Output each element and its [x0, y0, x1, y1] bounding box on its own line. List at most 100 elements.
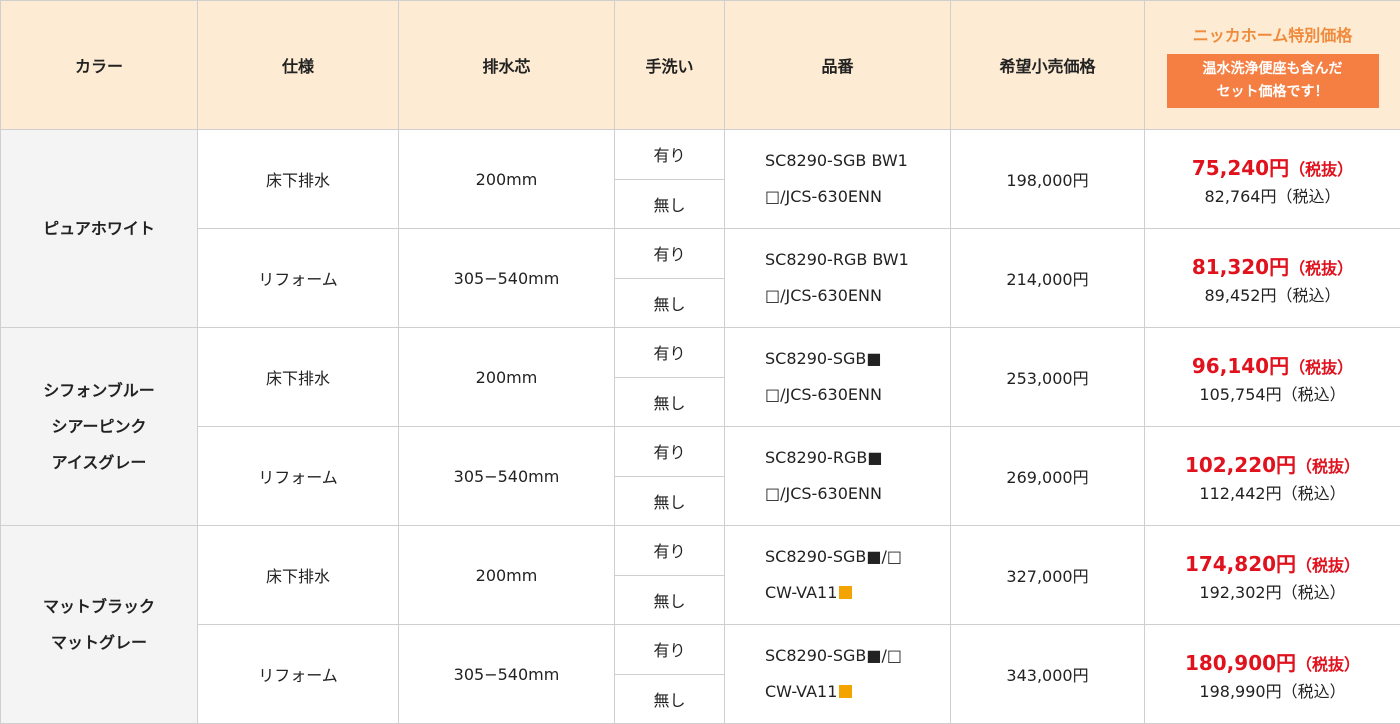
part-number-cell: SC8290-SGB■/□ CW-VA11 [724, 525, 951, 625]
drain-cell: 305−540mm [398, 624, 615, 724]
drain-cell: 200mm [398, 327, 615, 427]
handwash-with: 有り [614, 129, 725, 180]
color-cell: マットブラック マットグレー [0, 525, 198, 724]
part-number-line-2-wrap: □/JCS-630ENN [765, 476, 950, 512]
handwash-with: 有り [614, 525, 725, 576]
price-excl-value: 96,140円 [1191, 353, 1290, 378]
price-excl-value: 180,900円 [1184, 650, 1297, 675]
part-number-line-1: SC8290-RGB■ [765, 448, 883, 467]
price-incl-tax: 192,302円（税込） [1199, 582, 1346, 602]
price-incl-tax: 112,442円（税込） [1199, 483, 1346, 503]
header-special-price: ニッカホーム特別価格 温水洗浄便座も含んだ セット価格です！ [1144, 0, 1400, 130]
header-part-number: 品番 [724, 0, 951, 130]
special-price-cell: 96,140円（税抜） 105,754円（税込） [1144, 327, 1400, 427]
part-number-line-2: CW-VA11 [765, 583, 838, 602]
price-excl-tax: 81,320円（税抜） [1145, 251, 1400, 280]
tax-excl-label: （税抜） [1289, 357, 1354, 377]
part-number-cell: SC8290-RGB■ □/JCS-630ENN [724, 426, 951, 526]
special-price-badge: 温水洗浄便座も含んだ セット価格です！ [1166, 54, 1379, 108]
part-number-line-1: SC8290-RGB BW1 [765, 250, 909, 269]
part-number-line-2-wrap: CW-VA11 [765, 674, 950, 710]
color-cell: シフォンブルー シアーピンク アイスグレー [0, 327, 198, 526]
handwash-without: 無し [614, 475, 725, 526]
part-number-line-2: □/JCS-630ENN [765, 484, 882, 503]
tax-excl-label: （税抜） [1296, 654, 1361, 674]
price-excl-value: 174,820円 [1184, 551, 1297, 576]
part-number-line-1: SC8290-SGB■ [765, 349, 882, 368]
price-table: カラー 仕様 排水芯 手洗い 品番 希望小売価格 ニッカホーム特別価格 温水洗浄… [0, 0, 1400, 724]
table-body: ピュアホワイト 床下排水 200mm 有り SC8290-SGB BW1 □/JCS-63… [0, 129, 1400, 724]
part-number-line-2: □/JCS-630ENN [765, 286, 882, 305]
special-price-cell: 174,820円（税抜） 192,302円（税込） [1144, 525, 1400, 625]
part-number-line-1: SC8290-SGB■/□ [765, 646, 902, 665]
handwash-with: 有り [614, 426, 725, 477]
table-row: マットブラック マットグレー 床下排水 200mm 有り SC8290-SGB■/□ CW-… [0, 525, 1400, 724]
header-retail-price: 希望小売価格 [950, 0, 1145, 130]
retail-price-cell: 253,000円 [950, 327, 1145, 427]
table-row: リフォーム 305−540mm 有り SC8290-RGB BW1 □/JCS-630E… [1, 228, 1400, 328]
handwash-without: 無し [614, 277, 725, 328]
spec-cell: リフォーム [197, 228, 399, 328]
table-row: リフォーム 305−540mm 有り SC8290-RGB■ □/JCS-630ENN 2… [1, 426, 1400, 526]
part-number-cell: SC8290-SGB■/□ CW-VA11 [724, 624, 951, 724]
price-excl-tax: 174,820円（税抜） [1145, 548, 1400, 577]
color-cell: ピュアホワイト [0, 129, 198, 328]
header-handwash: 手洗い [614, 0, 725, 130]
retail-price-cell: 269,000円 [950, 426, 1145, 526]
drain-cell: 200mm [398, 525, 615, 625]
orange-square-icon [839, 685, 853, 698]
handwash-without: 無し [614, 574, 725, 625]
part-number-cell: SC8290-SGB■ □/JCS-630ENN [724, 327, 951, 427]
price-excl-tax: 75,240円（税抜） [1145, 152, 1400, 181]
color-name: アイスグレー [51, 452, 147, 472]
special-price-cell: 180,900円（税抜） 198,990円（税込） [1144, 624, 1400, 724]
part-number-line-2-wrap: □/JCS-630ENN [765, 377, 950, 413]
tax-excl-label: （税抜） [1296, 555, 1361, 575]
part-number-cell: SC8290-RGB BW1 □/JCS-630ENN [724, 228, 951, 328]
badge-line-1: 温水洗浄便座も含んだ [1202, 61, 1343, 77]
handwash-with: 有り [614, 327, 725, 378]
part-number-line-2-wrap: □/JCS-630ENN [765, 278, 950, 314]
handwash-without: 無し [614, 376, 725, 427]
special-price-cell: 81,320円（税抜） 89,452円（税込） [1144, 228, 1400, 328]
handwash-with: 有り [614, 624, 725, 675]
handwash-without: 無し [614, 178, 725, 229]
tax-excl-label: （税抜） [1289, 258, 1354, 278]
drain-cell: 305−540mm [398, 426, 615, 526]
tax-excl-label: （税抜） [1289, 159, 1354, 179]
part-number-line-2: CW-VA11 [765, 682, 838, 701]
header-row: カラー 仕様 排水芯 手洗い 品番 希望小売価格 ニッカホーム特別価格 温水洗浄… [0, 0, 1400, 130]
color-name: ピュアホワイト [43, 218, 155, 238]
retail-price-cell: 343,000円 [950, 624, 1145, 724]
price-excl-tax: 96,140円（税抜） [1145, 350, 1400, 379]
drain-cell: 200mm [398, 129, 615, 229]
price-incl-tax: 82,764円（税込） [1204, 186, 1341, 206]
table-row: ピュアホワイト 床下排水 200mm 有り SC8290-SGB BW1 □/JCS-63… [0, 129, 1400, 328]
retail-price-cell: 198,000円 [950, 129, 1145, 229]
special-price-cell: 102,220円（税抜） 112,442円（税込） [1144, 426, 1400, 526]
color-name: マットグレー [50, 632, 147, 652]
price-incl-tax: 105,754円（税込） [1199, 384, 1346, 404]
spec-cell: 床下排水 [197, 327, 399, 427]
handwash-with: 有り [614, 228, 725, 279]
price-excl-tax: 180,900円（税抜） [1145, 647, 1400, 676]
price-excl-value: 81,320円 [1191, 254, 1290, 279]
price-excl-tax: 102,220円（税抜） [1145, 449, 1400, 478]
spec-cell: 床下排水 [197, 129, 399, 229]
spec-cell: 床下排水 [197, 525, 399, 625]
part-number-line-2: □/JCS-630ENN [765, 187, 882, 206]
retail-price-cell: 214,000円 [950, 228, 1145, 328]
tax-excl-label: （税抜） [1296, 456, 1361, 476]
color-name: シアーピンク [51, 416, 147, 436]
header-spec: 仕様 [197, 0, 399, 130]
table-row: シフォンブルー シアーピンク アイスグレー 床下排水 200mm 有り SC8290-SGB… [0, 327, 1400, 526]
orange-square-icon [839, 586, 853, 599]
color-name: マットブラック [42, 596, 155, 616]
price-excl-value: 75,240円 [1191, 155, 1290, 180]
spec-cell: リフォーム [197, 624, 399, 724]
part-number-cell: SC8290-SGB BW1 □/JCS-630ENN [724, 129, 951, 229]
handwash-without: 無し [614, 673, 725, 724]
price-incl-tax: 198,990円（税込） [1199, 681, 1346, 701]
retail-price-cell: 327,000円 [950, 525, 1145, 625]
price-excl-value: 102,220円 [1184, 452, 1297, 477]
